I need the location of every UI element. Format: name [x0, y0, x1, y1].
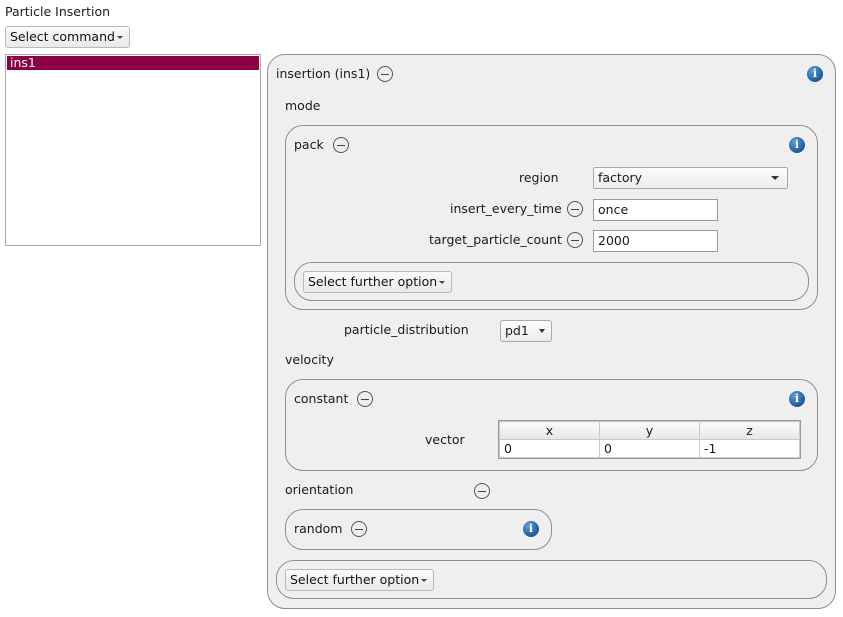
command-list[interactable]: ins1 [5, 54, 261, 246]
insert-every-time-field[interactable]: once [593, 199, 718, 221]
pack-select-further-option-button[interactable]: Select further option [303, 271, 453, 293]
constant-info-icon[interactable]: i [789, 391, 805, 407]
list-item[interactable]: ins1 [7, 56, 259, 70]
select-command-label: Select command [10, 29, 115, 44]
target-particle-count-value: 2000 [598, 233, 630, 248]
insertion-title: insertion (ins1) [276, 66, 371, 81]
remove-orientation-icon[interactable] [474, 483, 490, 499]
target-particle-count-field[interactable]: 2000 [593, 230, 718, 252]
mode-label: mode [285, 98, 321, 113]
remove-pack-icon[interactable] [333, 137, 349, 153]
random-info-icon[interactable]: i [523, 521, 539, 537]
particle-distribution-label: particle_distribution [344, 322, 469, 337]
target-particle-count-label: target_particle_count [429, 232, 562, 247]
remove-random-icon[interactable] [351, 521, 367, 537]
insertion-info-icon[interactable]: i [807, 66, 823, 82]
chevron-down-icon [116, 36, 123, 39]
region-select[interactable]: factory [593, 167, 788, 189]
remove-constant-icon[interactable] [357, 391, 373, 407]
chevron-down-icon [539, 329, 545, 333]
chevron-down-icon [771, 176, 779, 180]
region-label: region [519, 170, 559, 185]
insert-every-time-value: once [598, 202, 629, 217]
constant-title: constant [294, 391, 349, 406]
vector-table: x y z 0 0 -1 [498, 420, 801, 459]
vector-x-cell[interactable]: 0 [499, 439, 600, 458]
particle-distribution-select[interactable]: pd1 [500, 320, 552, 342]
velocity-label: velocity [285, 352, 334, 367]
remove-insert-every-time-icon[interactable] [567, 201, 583, 217]
random-title: random [294, 521, 343, 536]
vector-y-cell[interactable]: 0 [599, 439, 700, 458]
remove-target-particle-count-icon[interactable] [567, 232, 583, 248]
vector-z-cell[interactable]: -1 [699, 439, 800, 458]
vector-column-z: z [699, 421, 800, 440]
window-title: Particle Insertion [5, 4, 111, 19]
pack-select-further-option-label: Select further option [308, 274, 438, 289]
pack-title: pack [294, 137, 324, 152]
insertion-select-further-option-label: Select further option [290, 572, 420, 587]
chevron-down-icon [421, 579, 428, 582]
particle-distribution-value: pd1 [505, 323, 529, 338]
orientation-label: orientation [285, 482, 354, 497]
vector-label: vector [425, 432, 465, 447]
region-value: factory [598, 170, 643, 185]
chevron-down-icon [439, 281, 446, 284]
insertion-select-further-option-button[interactable]: Select further option [285, 569, 435, 591]
remove-insertion-icon[interactable] [377, 66, 393, 82]
pack-info-icon[interactable]: i [789, 137, 805, 153]
vector-column-x: x [499, 421, 600, 440]
select-command-button[interactable]: Select command [5, 26, 130, 48]
vector-column-y: y [599, 421, 700, 440]
list-item-label: ins1 [10, 55, 36, 70]
insert-every-time-label: insert_every_time [450, 201, 562, 216]
